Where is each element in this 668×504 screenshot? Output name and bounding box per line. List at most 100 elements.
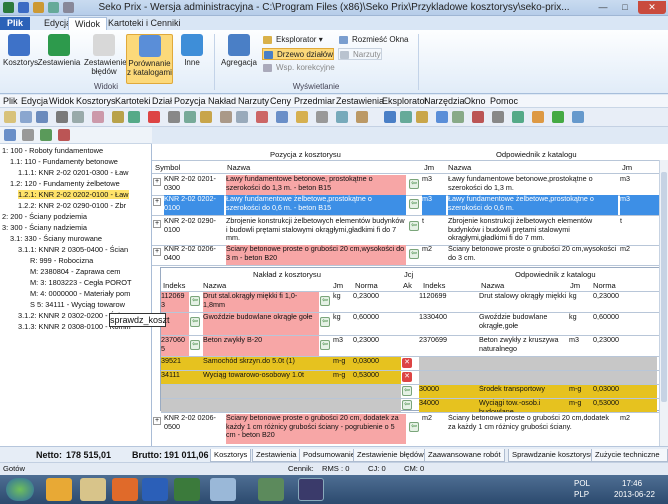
filter-icon[interactable] [296, 111, 308, 123]
tab-zestawienia[interactable]: Zestawienia [252, 449, 301, 462]
expand-icon[interactable]: + [153, 417, 161, 425]
tab-zaawansowane[interactable]: Zaawansowane robót [424, 449, 505, 462]
copy-from-catalog-icon[interactable]: ⇦ [409, 249, 419, 259]
app-icon[interactable] [174, 478, 200, 501]
save-icon[interactable] [36, 111, 48, 123]
maximize-button[interactable]: □ [614, 1, 636, 14]
level-icon[interactable] [276, 111, 288, 123]
insert-icon[interactable] [128, 111, 140, 123]
menu-kosztorys[interactable]: Kosztorys [76, 96, 116, 107]
tree-node[interactable]: 1.1: 110 - Fundamenty betonowe [10, 157, 118, 166]
menu-edycja[interactable]: Edycja [21, 96, 48, 107]
naklad-name[interactable] [203, 385, 319, 398]
tab-zuzycie[interactable]: Zużycie techniczne [591, 449, 668, 462]
vertical-scrollbar[interactable] [659, 160, 668, 446]
tree-node[interactable]: 1: 100 - Roboty fundamentowe [2, 146, 103, 155]
position-symbol[interactable]: KNR 2-02 0201-0300 [164, 175, 224, 195]
narzuty-button[interactable]: Narzuty [338, 48, 382, 60]
tab-kosztorys[interactable]: Kosztorys [210, 449, 252, 462]
add-from-catalog-icon[interactable]: ⇦ [402, 400, 412, 410]
tree-node[interactable]: M: 2380804 - Zaprawa cem [30, 267, 120, 276]
scroll-thumb[interactable] [661, 172, 667, 402]
copy-from-catalog-icon[interactable]: ⇦ [320, 317, 330, 327]
naklad-index[interactable]: 34111 [161, 371, 189, 384]
naklad-name[interactable]: Beton zwykły B-20 [203, 336, 319, 356]
copy-from-catalog-icon[interactable]: ⇦ [320, 296, 330, 306]
tree-node[interactable]: S 5: 34111 - Wyciąg towarow [30, 300, 125, 309]
copy-from-catalog-icon[interactable]: ⇦ [409, 221, 419, 231]
rozmiesc-okna-button[interactable]: Rozmieść Okna [338, 34, 408, 46]
kosztorys-button[interactable]: Kosztorys [3, 34, 38, 67]
remove-icon[interactable]: ✕ [402, 358, 412, 368]
view-details-icon[interactable] [416, 111, 428, 123]
position-name[interactable]: Ściany betonowe proste o grubości 20 cm,… [226, 245, 406, 265]
minimize-button[interactable]: — [592, 1, 614, 14]
zestawienie-bledow-button[interactable]: Zestawienie błędów [84, 34, 127, 76]
eksplorator-button[interactable]: Eksplorator ▾ [262, 34, 323, 46]
copy-icon[interactable] [184, 111, 196, 123]
menu-zestawienia[interactable]: Zestawienia [336, 96, 384, 107]
position-name[interactable]: Ławy fundamentowe żelbetowe,prostokątne … [226, 195, 406, 215]
lang-indicator-2[interactable]: PLP [574, 490, 589, 499]
properties-icon[interactable] [92, 111, 104, 123]
notepad-icon[interactable] [210, 478, 236, 501]
menu-ceny[interactable]: Ceny [270, 96, 291, 107]
tree-node[interactable]: 1.1.1: KNR 2-02 0201-0300 - Ław [18, 168, 129, 177]
undo-icon[interactable] [220, 111, 232, 123]
delete-icon[interactable] [148, 111, 160, 123]
paint-icon[interactable] [258, 478, 284, 501]
naklad-name[interactable]: Gwoździe budowlane okrągłe gołe [203, 313, 319, 335]
tree-node[interactable]: 1.2: 120 - Fundamenty żelbetowe [10, 179, 120, 188]
refresh-icon[interactable] [552, 111, 564, 123]
copy-from-catalog-icon[interactable]: ⇦ [190, 317, 200, 327]
tab-plik[interactable]: Plik [0, 17, 30, 30]
inne-button[interactable]: Inne [178, 34, 206, 67]
tree-node[interactable]: 3.1: 330 - Ściany murowane [10, 234, 102, 243]
tree-node[interactable]: M: 3: 1803223 - Cegła POROT [30, 278, 131, 287]
menu-okno[interactable]: Okno [464, 96, 486, 107]
copy-from-catalog-icon[interactable]: ⇦ [320, 340, 330, 350]
menu-narzuty[interactable]: Narzuty [238, 96, 269, 107]
zoom-icon[interactable] [572, 111, 584, 123]
cut-icon[interactable] [168, 111, 180, 123]
tree-node[interactable]: 1.2.2: KNR 2-02 0290-0100 - Zbr [18, 201, 126, 210]
menu-widok[interactable]: Widok [49, 96, 74, 107]
naklad-index[interactable]: 237060 5 [161, 336, 189, 356]
expand-icon[interactable]: + [153, 248, 161, 256]
open-icon[interactable] [4, 111, 16, 123]
help-icon[interactable] [532, 111, 544, 123]
position-symbol[interactable]: KNR 2-02 0206-0500 [164, 414, 224, 442]
naklad-index[interactable] [161, 399, 189, 412]
copy-from-catalog-icon[interactable]: ⇦ [190, 296, 200, 306]
settings-icon[interactable] [492, 111, 504, 123]
tree-collapse-icon[interactable] [22, 129, 34, 141]
tree-node[interactable]: 3.1.1: KNNR 2 0305-0400 - Ścian [18, 245, 128, 254]
position-name[interactable]: Ściany betonowe proste o grubości 20 cm,… [226, 414, 406, 444]
naklad-name[interactable]: Wyciąg towarowo-osobowy 1.0t [203, 371, 319, 384]
tree-node[interactable]: 3: 300 - Ściany nadziemia [2, 223, 87, 232]
preview-icon[interactable] [72, 111, 84, 123]
tab-sprawdzanie[interactable]: Sprawdzanie kosztorysu [508, 449, 599, 462]
menu-pozycja[interactable]: Pozycja [174, 96, 206, 107]
view-tree-icon[interactable] [384, 111, 396, 123]
export-icon[interactable] [512, 111, 524, 123]
percent-icon[interactable] [356, 111, 368, 123]
menu-naklad[interactable]: Nakład [208, 96, 236, 107]
naklad-index[interactable]: 112069 3 [161, 292, 189, 312]
naklad-index[interactable]: 39521 [161, 357, 189, 370]
position-name[interactable]: Ławy fundamentowe betonowe, prostokątne … [226, 175, 406, 195]
menu-dzial[interactable]: Dział [152, 96, 172, 107]
copy-from-catalog-icon[interactable]: ⇦ [409, 422, 419, 432]
window-icon[interactable] [436, 111, 448, 123]
position-symbol[interactable]: KNR 2-02 0290-0100 [164, 217, 224, 245]
tab-kartoteki[interactable]: Kartoteki i Cenniki [102, 17, 187, 30]
copy-from-catalog-icon[interactable]: ⇦ [190, 340, 200, 350]
porownanie-z-katalogami-button[interactable]: Porównanie z katalogami [126, 34, 173, 84]
add-from-catalog-icon[interactable]: ⇦ [402, 386, 412, 396]
naklad-name[interactable] [203, 399, 319, 412]
clock-time[interactable]: 17:46 [622, 479, 642, 488]
calc-icon[interactable] [316, 111, 328, 123]
copy-from-catalog-icon[interactable]: ⇦ [409, 179, 419, 189]
copy-from-catalog-icon[interactable]: ⇦ [409, 199, 419, 209]
rms-icon[interactable] [336, 111, 348, 123]
